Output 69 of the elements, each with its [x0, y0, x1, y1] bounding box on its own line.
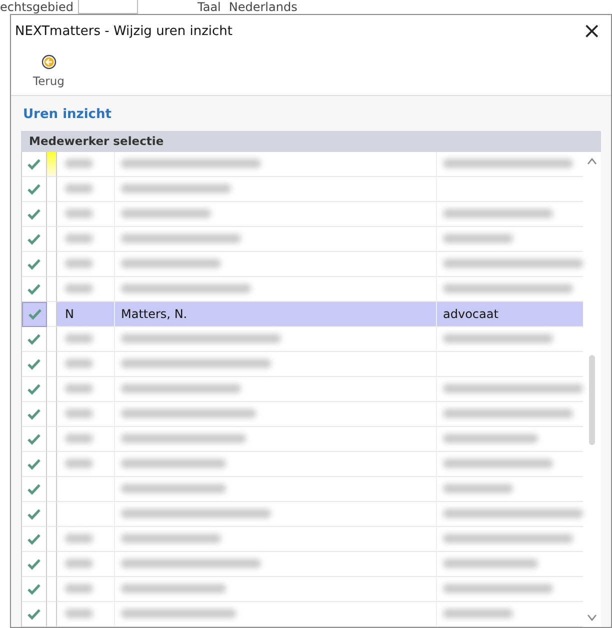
checkbox[interactable]: [22, 226, 47, 252]
window-title: NEXTmatters - Wijzig uren inzicht: [15, 23, 233, 42]
checkbox[interactable]: [22, 602, 47, 627]
blurred-text: [65, 184, 93, 194]
check-icon: [27, 582, 41, 595]
blurred-text: [65, 284, 93, 294]
check-icon: [27, 182, 41, 195]
checkbox[interactable]: [22, 252, 47, 277]
check-icon: [27, 208, 41, 220]
field-value: Nederlands: [228, 0, 298, 14]
checkbox[interactable]: [22, 302, 47, 327]
checkbox[interactable]: [22, 352, 47, 377]
check-icon: [27, 382, 41, 395]
checkbox[interactable]: [22, 552, 47, 577]
check-icon: [27, 482, 41, 495]
blurred-text: [65, 409, 93, 418]
blurred-text: [65, 359, 93, 368]
grid-header: Medewerker selectie: [21, 130, 601, 152]
checkbox[interactable]: [22, 452, 47, 477]
check-icon: [27, 532, 41, 545]
blurred-text: [65, 534, 93, 544]
check-icon: [27, 458, 41, 470]
check-icon: [27, 558, 41, 570]
checkbox[interactable]: [22, 202, 47, 227]
checkbox[interactable]: [22, 176, 47, 202]
blurred-text: [65, 209, 93, 218]
check-icon: [27, 408, 41, 420]
blurred-text: [65, 434, 93, 444]
blurred-text: [65, 259, 93, 268]
checkbox[interactable]: [22, 502, 47, 527]
checkbox[interactable]: [22, 526, 47, 552]
blurred-text: [443, 609, 513, 618]
table-cell-text: N: [65, 306, 74, 323]
scroll-thumb[interactable]: [589, 354, 595, 445]
table-cell-text: Matters, N.: [121, 306, 188, 323]
scroll-down-icon[interactable]: [587, 614, 597, 621]
check-icon: [27, 282, 41, 295]
scroll-up-icon[interactable]: [587, 158, 597, 165]
check-icon: [27, 332, 41, 345]
check-icon: [28, 308, 42, 320]
blurred-text: [65, 609, 93, 618]
check-icon: [27, 232, 41, 245]
blurred-text: [65, 459, 93, 468]
blurred-text: [65, 584, 93, 594]
check-icon: [27, 158, 41, 170]
field-label: Taal: [198, 0, 221, 14]
check-icon: [27, 508, 41, 520]
blurred-text: [443, 484, 513, 494]
section-title: Uren inzicht: [22, 106, 112, 124]
blurred-text: [65, 234, 93, 244]
close-button[interactable]: ×: [578, 21, 605, 43]
checkbox[interactable]: [22, 576, 47, 602]
checkbox[interactable]: [22, 402, 47, 427]
blurred-text: [443, 234, 513, 244]
check-icon: [27, 432, 41, 445]
check-icon: [27, 358, 41, 370]
field-label: echtsgebied: [0, 0, 74, 14]
checkbox[interactable]: [22, 376, 47, 402]
blurred-text: [65, 384, 93, 394]
checkbox[interactable]: [22, 476, 47, 502]
blurred-text: [65, 559, 93, 568]
blurred-text: [65, 334, 93, 344]
check-icon: [27, 258, 41, 270]
checkbox[interactable]: [22, 326, 47, 352]
blurred-text: [65, 159, 93, 168]
checkbox[interactable]: [22, 426, 47, 452]
back-button[interactable]: Terug: [29, 54, 68, 90]
table-cell-text: advocaat: [443, 306, 498, 323]
check-icon: [27, 608, 41, 620]
